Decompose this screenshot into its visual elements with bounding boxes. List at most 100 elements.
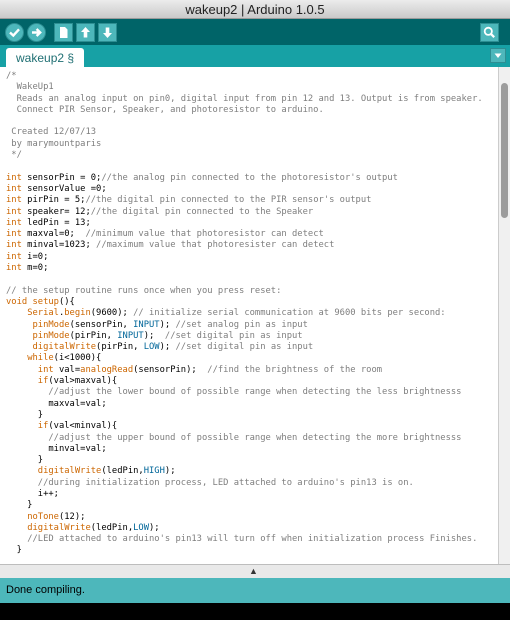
code-token: int: [6, 206, 22, 217]
scrollbar-thumb[interactable]: [501, 83, 508, 218]
code-line: int maxval=0; //minimum value that photo…: [6, 229, 483, 240]
code-token: (pirPin,: [96, 342, 144, 353]
editor-console-divider[interactable]: ▲: [0, 564, 510, 578]
arduino-window: wakeup2 | Arduino 1.0.5 wakeup2 § /* Wak…: [0, 0, 510, 620]
code-line: by marymountparis: [6, 139, 483, 150]
code-line: digitalWrite(pirPin, LOW); //set digital…: [6, 342, 483, 353]
code-token: sensorPin = 0;: [21, 172, 102, 183]
code-line: int val=analogRead(sensorPin); //find th…: [6, 365, 483, 376]
code-token: int: [6, 217, 22, 228]
code-token: );: [149, 522, 160, 533]
code-token: pinMode: [32, 319, 70, 330]
code-line: }: [6, 500, 483, 511]
code-token: //find the brightness of the room: [207, 364, 383, 375]
tab-menu-button[interactable]: [490, 48, 506, 63]
code-line: //adjust the lower bound of possible ran…: [6, 387, 483, 398]
verify-button[interactable]: [5, 23, 24, 42]
code-token: val=: [53, 364, 81, 375]
code-token: LOW: [143, 342, 160, 353]
code-token: /*: [6, 71, 17, 81]
code-line: pinMode(sensorPin, INPUT); //set analog …: [6, 320, 483, 331]
code-token: LOW: [133, 522, 150, 533]
code-token: int: [6, 195, 22, 206]
code-token: Created 12/07/13: [6, 127, 97, 138]
code-token: //the digital pin connected to the Speak…: [90, 206, 314, 217]
code-token: }: [6, 409, 44, 420]
triangle-down-icon: [494, 53, 502, 58]
code-line: pinMode(pirPin, INPUT); //set digital pi…: [6, 331, 483, 342]
code-line: }: [6, 545, 483, 556]
check-icon: [9, 28, 20, 38]
code-token: analogRead: [80, 364, 134, 375]
code-token: Connect PIR Sensor, Speaker, and photore…: [6, 104, 324, 115]
upload-button[interactable]: [27, 23, 46, 42]
status-bar: Done compiling.: [0, 578, 510, 603]
code-line: maxval=val;: [6, 399, 483, 410]
code-token: i++;: [6, 488, 59, 499]
code-editor[interactable]: /* WakeUp1 Reads an analog input on pin0…: [0, 67, 498, 564]
status-message: Done compiling.: [6, 584, 85, 596]
serial-monitor-button[interactable]: [480, 23, 499, 42]
code-token: //adjust the lower bound of possible ran…: [48, 387, 462, 398]
code-token: // initialize serial communication at 96…: [133, 308, 446, 319]
code-token: (9600);: [90, 308, 134, 319]
magnifier-icon: [483, 26, 495, 38]
code-token: maxval=0;: [21, 229, 86, 240]
code-line: int speaker= 12;//the digital pin connec…: [6, 207, 483, 218]
code-line: i++;: [6, 489, 483, 500]
code-token: minval=1023;: [21, 240, 97, 251]
tab-wakeup2[interactable]: wakeup2 §: [6, 48, 85, 67]
save-button[interactable]: [98, 23, 117, 42]
code-line: //during initialization process, LED att…: [6, 478, 483, 489]
code-token: digitalWrite: [32, 342, 97, 353]
code-line: Serial.begin(9600); // initialize serial…: [6, 308, 483, 319]
code-line: int m=0;: [6, 263, 483, 274]
code-text: /* WakeUp1 Reads an analog input on pin0…: [6, 71, 483, 557]
code-line: //adjust the upper bound of possible ran…: [6, 433, 483, 444]
code-token: }: [6, 455, 44, 466]
code-token: //maximum value that photoresister can d…: [96, 240, 335, 251]
vertical-scrollbar[interactable]: [498, 67, 510, 564]
code-token: int: [6, 183, 22, 194]
open-button[interactable]: [76, 23, 95, 42]
code-line: minval=val;: [6, 444, 483, 455]
code-token: if: [37, 376, 49, 387]
code-line: }: [6, 410, 483, 421]
code-token: int: [6, 172, 22, 183]
code-token: );: [164, 466, 176, 477]
arrow-right-icon: [32, 28, 42, 37]
code-token: //the digital pin connected to the PIR s…: [85, 195, 372, 206]
code-token: begin: [64, 308, 91, 319]
code-token: );: [159, 319, 176, 330]
code-line: Connect PIR Sensor, Speaker, and photore…: [6, 105, 483, 116]
code-token: //set analog pin as input: [175, 319, 308, 330]
code-token: //set digital pin as input: [164, 330, 303, 341]
code-token: (12);: [58, 511, 86, 522]
code-token: );: [143, 330, 165, 341]
new-button[interactable]: [54, 23, 73, 42]
code-line: noTone(12);: [6, 512, 483, 523]
code-token: //set digital pin as input: [175, 342, 314, 353]
code-token: ledPin = 13;: [21, 217, 91, 228]
code-token: */: [6, 150, 22, 161]
code-token: }: [6, 500, 33, 511]
tab-bar: wakeup2 §: [0, 45, 510, 67]
code-line: // the setup routine runs once when you …: [6, 286, 483, 297]
code-token: Serial: [27, 308, 59, 319]
code-token: (ledPin,: [101, 466, 144, 477]
code-line: /*: [6, 71, 483, 82]
code-token: digitalWrite: [37, 466, 102, 477]
code-token: by marymountparis: [6, 138, 102, 149]
code-token: //the analog pin connected to the photor…: [101, 172, 398, 183]
